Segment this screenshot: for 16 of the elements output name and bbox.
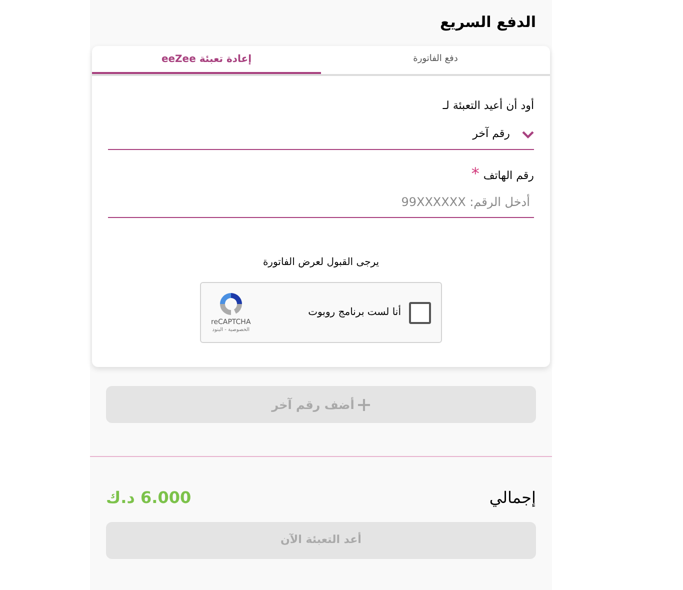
plus-icon: [358, 398, 370, 410]
phone-field[interactable]: أدخل الرقم: 99XXXXXX: [108, 186, 534, 218]
recipient-dropdown[interactable]: رقم آخر: [108, 120, 534, 150]
tab[interactable]: دفع الفاتورة: [321, 46, 550, 74]
required-mark: *: [471, 164, 480, 183]
total-label: إجمالي: [489, 487, 536, 509]
field-label: رقم الهاتف: [483, 168, 534, 184]
chevron-down-icon: [522, 130, 534, 138]
recaptcha-logo-icon: [218, 290, 244, 316]
captcha-checkbox[interactable]: [409, 302, 431, 324]
field-label: أود أن أعيد التعبئة لـ: [442, 98, 534, 114]
page-title: الدفع السريع: [440, 12, 536, 33]
captcha-label: أنا لست برنامج روبوت: [308, 305, 401, 320]
consent-text: يرجى القبول لعرض الفاتورة: [262, 257, 380, 268]
total-amount: 6.000 د.ك: [106, 487, 192, 509]
tab[interactable]: إعادة تعبئة eeZee: [92, 46, 321, 74]
